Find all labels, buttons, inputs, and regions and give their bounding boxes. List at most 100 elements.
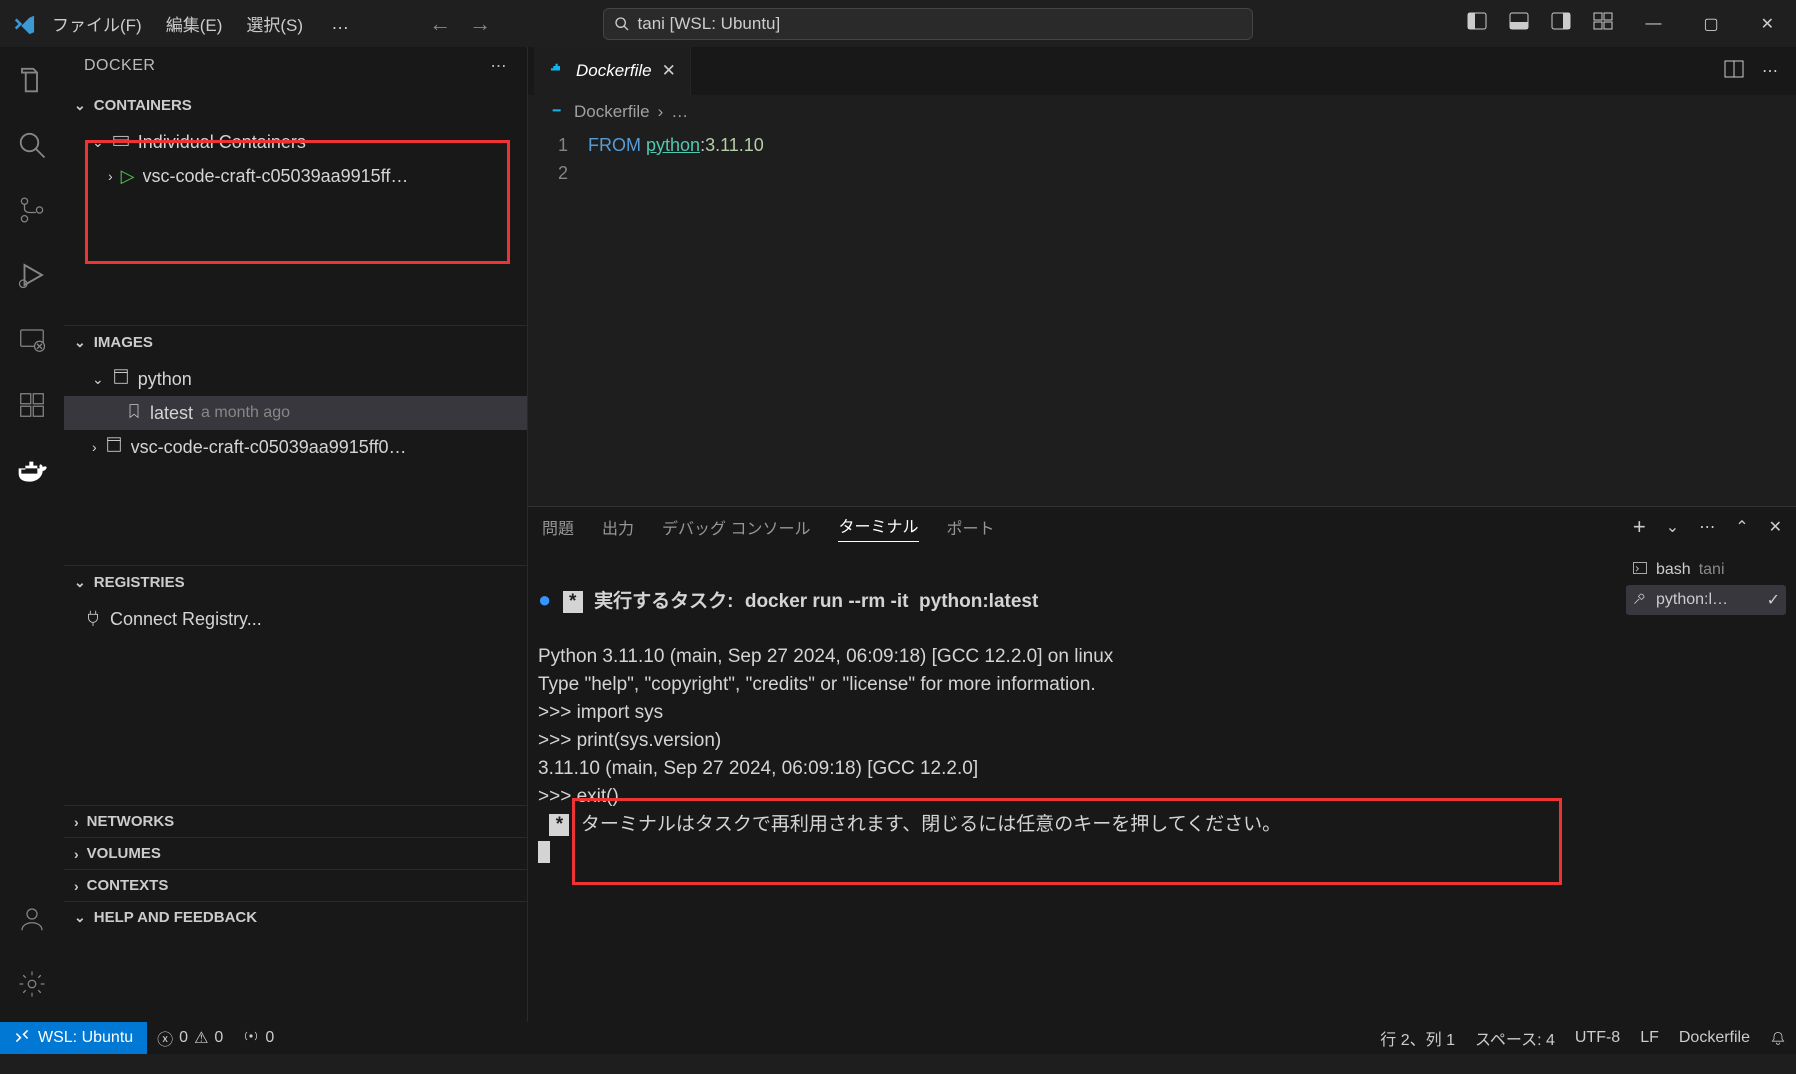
chevron-right-icon: › <box>74 846 79 862</box>
nav-forward-icon[interactable]: → <box>469 11 491 37</box>
line-number: 2 <box>528 159 568 187</box>
panel-tab-output[interactable]: 出力 <box>602 515 634 539</box>
editor-tabs: Dockerfile ✕ ⋯ <box>528 47 1796 95</box>
split-editor-icon[interactable] <box>1724 59 1744 84</box>
containers-section: ⌄ CONTAINERS ⌄ Individual Containers › ▷… <box>64 85 527 325</box>
check-icon: ✓ <box>1767 590 1780 610</box>
chevron-down-icon: ⌄ <box>74 909 86 926</box>
status-language[interactable]: Dockerfile <box>1669 1022 1760 1054</box>
panel-tab-terminal[interactable]: ターミナル <box>838 513 918 542</box>
editor-pane: Dockerfile ✕ ⋯ Dockerfile › … 1 2 FROM p… <box>528 47 1796 1022</box>
new-terminal-icon[interactable]: + <box>1633 514 1646 540</box>
panel-tab-debug[interactable]: デバッグ コンソール <box>662 515 810 539</box>
command-center[interactable]: tani [WSL: Ubuntu] <box>603 8 1253 40</box>
status-line-col[interactable]: 行 2、列 1 <box>1370 1022 1465 1054</box>
containers-group[interactable]: ⌄ Individual Containers <box>64 125 527 159</box>
contexts-header[interactable]: › CONTEXTS <box>64 869 527 901</box>
terminal-entry-bash[interactable]: bash tani <box>1626 555 1786 585</box>
chevron-down-icon: ⌄ <box>92 371 104 388</box>
image-python[interactable]: ⌄ python <box>64 362 527 396</box>
chevron-right-icon: › <box>92 439 97 455</box>
vscode-logo-icon <box>12 12 36 36</box>
remote-icon <box>14 1028 30 1049</box>
maximize-panel-icon[interactable]: ⌃ <box>1735 517 1748 537</box>
chevron-down-icon: ⌄ <box>74 334 86 351</box>
panel-tab-ports[interactable]: ポート <box>947 515 995 539</box>
bottom-panel: 問題 出力 デバッグ コンソール ターミナル ポート + ⌄ ⋯ ⌃ ✕ ● *… <box>528 506 1796 1022</box>
sidebar-more-icon[interactable]: ⋯ <box>491 56 508 76</box>
status-errors[interactable]: ⓧ0 ⚠0 <box>147 1022 233 1054</box>
connect-registry[interactable]: Connect Registry... <box>64 602 527 636</box>
registries-section: ⌄ REGISTRIES Connect Registry... <box>64 565 527 805</box>
title-bar: ファイル(F) 編集(E) 選択(S) … ← → tani [WSL: Ubu… <box>0 0 1796 47</box>
terminal-list: bash tani python:l… ✓ <box>1616 547 1796 1022</box>
code-editor[interactable]: 1 2 FROM python:3.11.10 <box>528 129 1796 506</box>
containers-header[interactable]: ⌄ CONTAINERS <box>64 89 527 121</box>
image-vsc[interactable]: › vsc-code-craft-c05039aa9915ff0… <box>64 430 527 464</box>
panel-more-icon[interactable]: ⋯ <box>1699 517 1715 537</box>
window-close[interactable]: ✕ <box>1751 10 1784 38</box>
sidebar-title: DOCKER <box>84 57 155 75</box>
remote-indicator[interactable]: WSL: Ubuntu <box>0 1022 147 1054</box>
warning-icon: ⚠ <box>194 1028 208 1048</box>
window-minimize[interactable]: — <box>1635 11 1671 37</box>
docker-icon[interactable] <box>16 455 48 492</box>
chevron-down-icon: ⌄ <box>92 134 104 151</box>
breadcrumb[interactable]: Dockerfile › … <box>528 95 1796 129</box>
terminal[interactable]: ● * 実行するタスク: docker run --rm -it python:… <box>528 547 1616 1022</box>
layout-bottom-icon[interactable] <box>1509 11 1529 36</box>
status-encoding[interactable]: UTF-8 <box>1565 1022 1630 1054</box>
image-tag-latest[interactable]: latest a month ago <box>64 396 527 430</box>
nav-back-icon[interactable]: ← <box>429 11 451 37</box>
close-icon[interactable]: ✕ <box>662 61 676 81</box>
chevron-right-icon: › <box>108 168 113 184</box>
layout-right-icon[interactable] <box>1551 11 1571 36</box>
help-header[interactable]: ⌄ HELP AND FEEDBACK <box>64 901 527 933</box>
layout-customize-icon[interactable] <box>1593 11 1613 36</box>
tab-dockerfile[interactable]: Dockerfile ✕ <box>534 47 691 95</box>
extensions-icon[interactable] <box>17 390 47 425</box>
terminal-icon <box>1632 560 1648 581</box>
search-icon[interactable] <box>17 130 47 165</box>
chevron-right-icon: › <box>74 878 79 894</box>
menu-select[interactable]: 選択(S) <box>238 7 311 40</box>
image-icon <box>105 436 123 459</box>
sidebar: DOCKER ⋯ ⌄ CONTAINERS ⌄ Individual Conta… <box>64 47 528 1022</box>
panel-tab-problems[interactable]: 問題 <box>542 515 574 539</box>
settings-gear-icon[interactable] <box>17 969 47 1004</box>
volumes-header[interactable]: › VOLUMES <box>64 837 527 869</box>
error-icon: ⓧ <box>157 1026 173 1050</box>
run-debug-icon[interactable] <box>17 260 47 295</box>
container-group-icon <box>112 131 130 154</box>
status-bar: WSL: Ubuntu ⓧ0 ⚠0 0 行 2、列 1 スペース: 4 UTF-… <box>0 1022 1796 1054</box>
activity-bar <box>0 47 64 1022</box>
remote-explorer-icon[interactable] <box>17 325 47 360</box>
status-eol[interactable]: LF <box>1630 1022 1669 1054</box>
container-item[interactable]: › ▷ vsc-code-craft-c05039aa9915ff… <box>64 159 527 193</box>
status-spaces[interactable]: スペース: 4 <box>1465 1022 1565 1054</box>
terminal-entry-python[interactable]: python:l… ✓ <box>1626 585 1786 615</box>
image-icon <box>112 368 130 391</box>
plug-icon <box>84 608 102 631</box>
editor-more-icon[interactable]: ⋯ <box>1762 61 1778 81</box>
window-maximize[interactable]: ▢ <box>1693 10 1728 38</box>
networks-header[interactable]: › NETWORKS <box>64 805 527 837</box>
chevron-right-icon: › <box>74 814 79 830</box>
terminal-dropdown-icon[interactable]: ⌄ <box>1666 517 1679 537</box>
status-notifications-icon[interactable] <box>1760 1022 1796 1054</box>
images-section: ⌄ IMAGES ⌄ python latest a month ago › v <box>64 325 527 565</box>
menu-file[interactable]: ファイル(F) <box>44 7 150 40</box>
explorer-icon[interactable] <box>17 65 47 100</box>
command-center-text: tani [WSL: Ubuntu] <box>638 14 781 34</box>
source-control-icon[interactable] <box>17 195 47 230</box>
play-icon: ▷ <box>121 166 135 187</box>
layout-left-icon[interactable] <box>1467 11 1487 36</box>
chevron-down-icon: ⌄ <box>74 574 86 591</box>
images-header[interactable]: ⌄ IMAGES <box>64 326 527 358</box>
menu-edit[interactable]: 編集(E) <box>158 7 231 40</box>
menu-more[interactable]: … <box>319 9 361 38</box>
close-panel-icon[interactable]: ✕ <box>1769 517 1782 537</box>
registries-header[interactable]: ⌄ REGISTRIES <box>64 566 527 598</box>
status-ports[interactable]: 0 <box>233 1022 284 1054</box>
accounts-icon[interactable] <box>17 904 47 939</box>
